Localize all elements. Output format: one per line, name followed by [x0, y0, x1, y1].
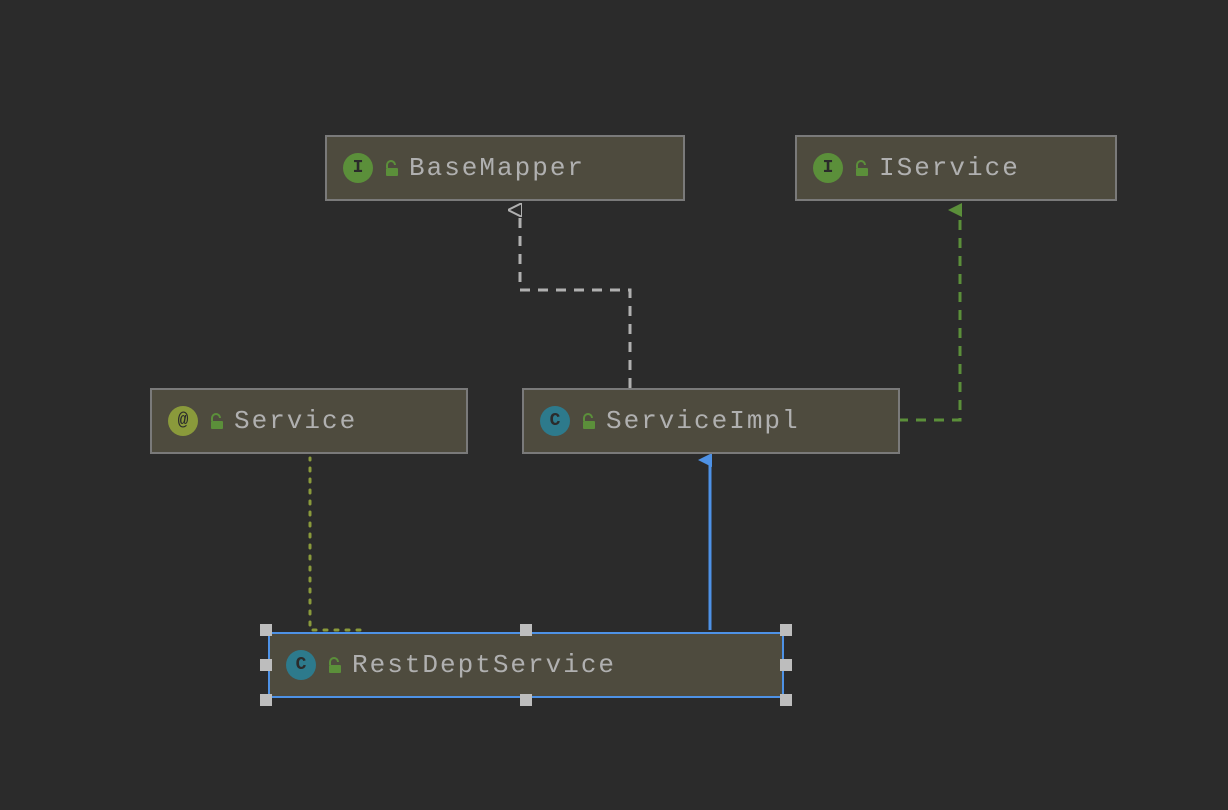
node-label: ServiceImpl [606, 406, 800, 436]
selection-handle-w[interactable] [260, 659, 272, 671]
node-label: RestDeptService [352, 650, 616, 680]
node-restdeptservice[interactable]: C RestDeptService [268, 632, 784, 698]
node-label: IService [879, 153, 1020, 183]
node-label: Service [234, 406, 357, 436]
unlock-icon [326, 657, 342, 673]
selection-handle-nw[interactable] [260, 624, 272, 636]
node-iservice[interactable]: I IService [795, 135, 1117, 201]
selection-handle-e[interactable] [780, 659, 792, 671]
unlock-icon [853, 160, 869, 176]
unlock-icon [208, 413, 224, 429]
edge-restdept-service-annotation [310, 458, 360, 630]
class-icon: C [540, 406, 570, 436]
selection-handle-se[interactable] [780, 694, 792, 706]
unlock-icon [580, 413, 596, 429]
selection-handle-sw[interactable] [260, 694, 272, 706]
diagram-canvas[interactable]: I BaseMapper I IService @ Service [0, 0, 1228, 810]
selection-handle-n[interactable] [520, 624, 532, 636]
node-serviceimpl[interactable]: C ServiceImpl [522, 388, 900, 454]
node-label: BaseMapper [409, 153, 585, 183]
interface-icon: I [343, 153, 373, 183]
annotation-icon: @ [168, 406, 198, 436]
edge-serviceimpl-basemapper [520, 210, 630, 388]
class-icon: C [286, 650, 316, 680]
node-service-annotation[interactable]: @ Service [150, 388, 468, 454]
interface-icon: I [813, 153, 843, 183]
node-basemapper[interactable]: I BaseMapper [325, 135, 685, 201]
unlock-icon [383, 160, 399, 176]
selection-handle-s[interactable] [520, 694, 532, 706]
edge-serviceimpl-iservice [898, 210, 960, 420]
selection-handle-ne[interactable] [780, 624, 792, 636]
